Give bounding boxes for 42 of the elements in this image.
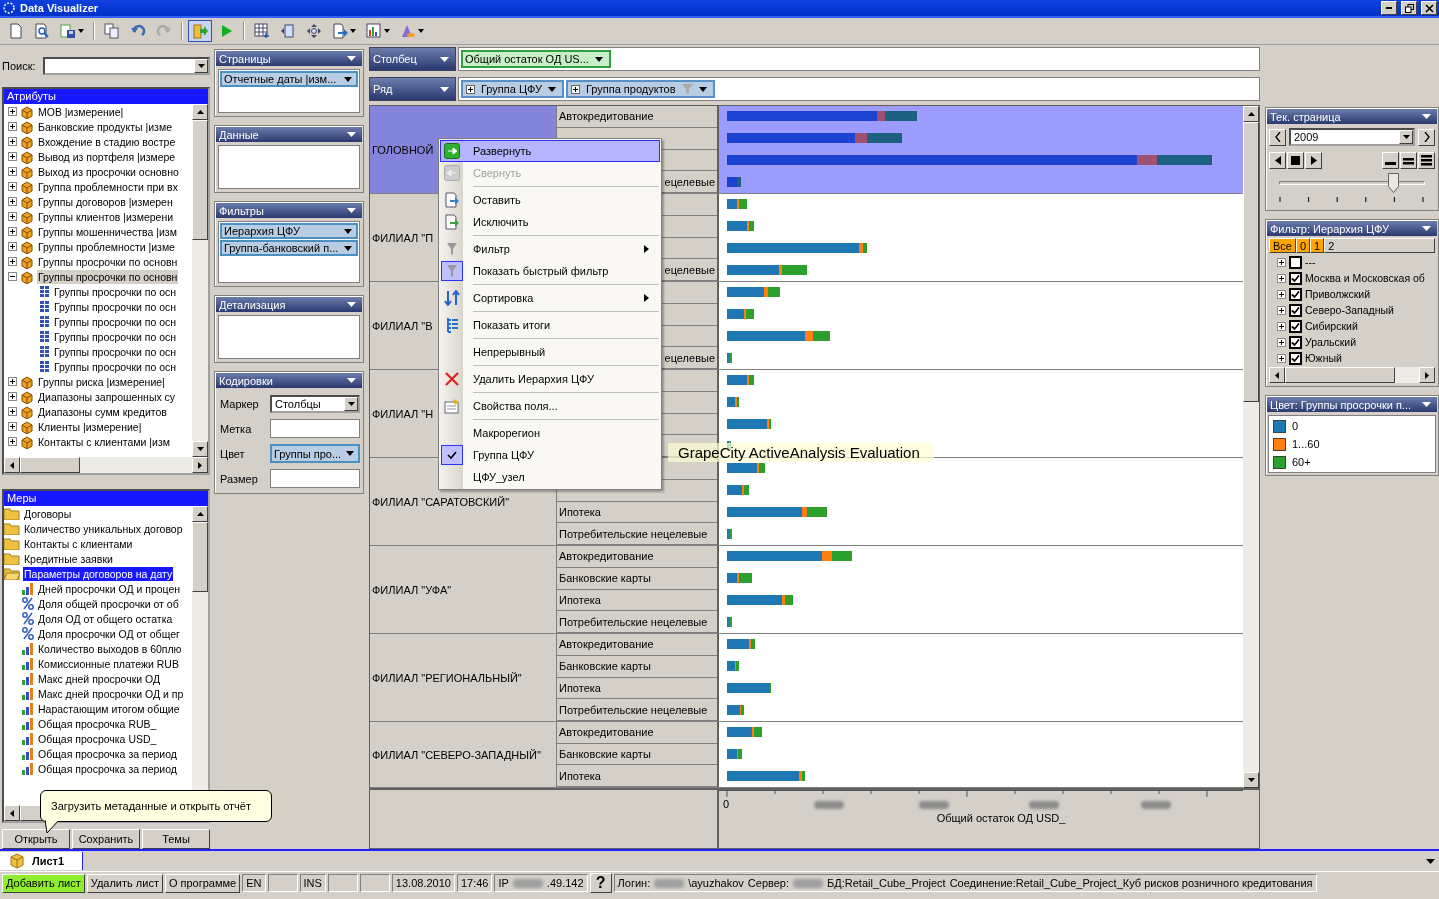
- panel-title: Фильтры: [219, 204, 264, 217]
- shelf-title: Ряд: [373, 83, 393, 95]
- filter-item: Северо-Западный: [1305, 304, 1394, 316]
- filter-item: Сибирский: [1305, 320, 1358, 332]
- panel-title: Тек. страница: [1270, 110, 1341, 123]
- encoding-label: Метка: [220, 422, 253, 435]
- status-text: Логин:: [617, 877, 651, 889]
- filter-item: Москва и Московская об: [1305, 272, 1425, 284]
- filter-item: Приволжский: [1305, 288, 1371, 300]
- encoding-label: Маркер: [220, 397, 260, 410]
- filter-item: Уральский: [1305, 336, 1357, 348]
- status-text: Соединение:Retail_Cube_Project_Куб рисков розничного кредитования: [949, 877, 1313, 889]
- panel-title: Атрибуты: [7, 90, 56, 102]
- status-cell: 17:46: [456, 874, 493, 892]
- status-text: .49.142: [546, 877, 584, 889]
- status-text: \ayuzhakov: [688, 877, 744, 889]
- panel-title: Страницы: [219, 52, 271, 65]
- encoding-label: Размер: [220, 472, 259, 485]
- encoding-label: Цвет: [220, 447, 246, 460]
- panel-title: Меры: [7, 492, 37, 504]
- evaluation-banner: GrapeCity ActiveAnalysis Evaluation: [668, 443, 934, 462]
- status-cell: 13.08.2010: [391, 874, 455, 892]
- filter-item: ---: [1305, 256, 1316, 268]
- status-cell: INS: [299, 874, 326, 892]
- axis-title: Общий остаток ОД USD_: [936, 812, 1066, 824]
- panel-title: Кодировки: [219, 374, 273, 387]
- panel-title: Цвет: Группы просрочки п...: [1270, 398, 1412, 411]
- shelf-title: Столбец: [373, 53, 417, 65]
- status-text: БД:Retail_Cube_Project: [827, 877, 946, 889]
- panel-title: Детализация: [219, 298, 286, 311]
- axis-tick-label: 0: [723, 798, 730, 810]
- status-text: Сервер:: [747, 877, 790, 889]
- panel-title: Фильтр: Иерархия ЦФУ: [1270, 222, 1389, 235]
- search-label: Поиск:: [2, 60, 37, 72]
- status-cell: EN: [242, 874, 266, 892]
- legend-label: 60+: [1292, 456, 1311, 468]
- status-text: IP: [498, 877, 509, 889]
- filter-item: Южный: [1305, 352, 1342, 364]
- legend-label: 1...60: [1292, 438, 1320, 450]
- window-title: Data Visualizer: [20, 2, 99, 14]
- panel-title: Данные: [219, 128, 259, 141]
- legend-label: 0: [1292, 420, 1299, 432]
